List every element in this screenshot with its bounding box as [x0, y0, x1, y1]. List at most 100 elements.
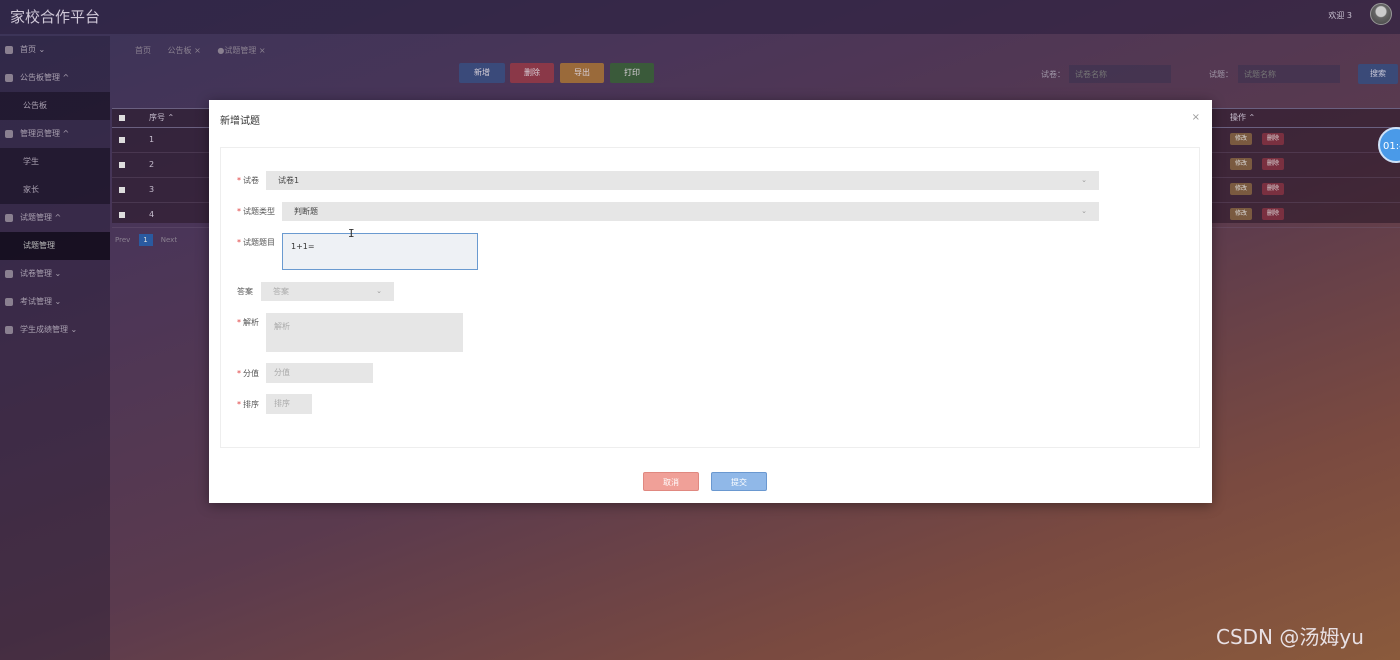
- analysis-field-label: * 解析: [237, 317, 259, 328]
- sidebar-item-label: 公告板: [23, 101, 47, 110]
- export-button[interactable]: 导出: [560, 63, 604, 83]
- column-header-number[interactable]: 序号 ⌃: [149, 109, 174, 127]
- welcome-text: 欢迎 3: [1328, 11, 1352, 20]
- question-type-select[interactable]: 判断题 ⌄: [282, 202, 1099, 221]
- paper-select[interactable]: 试卷1 ⌄: [266, 171, 1099, 190]
- text-cursor-icon: I: [348, 227, 355, 240]
- edit-button[interactable]: 修改: [1230, 208, 1253, 220]
- row-number: 1: [149, 135, 155, 144]
- edit-button[interactable]: 修改: [1230, 158, 1253, 170]
- breadcrumb: 首页 公告板 × ●试题管理 ×: [135, 45, 280, 56]
- sidebar-item-admin-manage[interactable]: 管理员管理 ^: [0, 120, 110, 148]
- delete-row-button[interactable]: 删除: [1262, 183, 1285, 195]
- required-marker: *: [237, 207, 241, 216]
- order-label-text: 排序: [243, 400, 259, 409]
- sidebar-item-home[interactable]: 首页 ⌄: [0, 36, 110, 64]
- required-marker: *: [237, 369, 241, 378]
- search-question-label: 试题：: [1209, 70, 1233, 79]
- question-type-value: 判断题: [294, 207, 318, 216]
- sidebar: 首页 ⌄ 公告板管理 ^ 公告板 管理员管理 ^ 学生 家长 试题管理 ^ 试题…: [0, 36, 110, 660]
- submit-button[interactable]: 提交: [711, 472, 767, 491]
- order-input[interactable]: 排序: [266, 394, 312, 414]
- select-all-checkbox[interactable]: [119, 115, 125, 121]
- watermark: CSDN @汤姆yu: [1216, 625, 1364, 649]
- chevron-down-icon: ⌄: [376, 287, 382, 295]
- row-number: 2: [149, 160, 155, 169]
- paper-field-label: * 试卷: [237, 175, 259, 186]
- row-checkbox[interactable]: [119, 137, 125, 143]
- sidebar-item-label: 家长: [23, 185, 39, 194]
- order-field-label: * 排序: [237, 399, 259, 410]
- analysis-label-text: 解析: [243, 318, 259, 327]
- gear-icon: [5, 326, 13, 334]
- edit-button[interactable]: 修改: [1230, 183, 1253, 195]
- answer-select-placeholder: 答案: [273, 287, 289, 296]
- delete-row-button[interactable]: 删除: [1262, 158, 1285, 170]
- pagination: Prev 1 Next: [115, 234, 177, 246]
- chevron-down-icon: ⌄: [1081, 207, 1087, 215]
- dialog-title: 新增试题: [220, 116, 260, 127]
- required-marker: *: [237, 238, 241, 247]
- sidebar-item-label: 学生成绩管理 ⌄: [20, 325, 78, 334]
- sidebar-item-label: 公告板管理 ^: [20, 73, 70, 82]
- chevron-down-icon: ⌄: [1081, 176, 1087, 184]
- sidebar-item-notice-board[interactable]: 公告板: [0, 92, 110, 120]
- clock-icon: [5, 270, 13, 278]
- avatar[interactable]: [1370, 3, 1392, 25]
- sidebar-item-question-manage-sub[interactable]: 试题管理: [0, 232, 110, 260]
- question-label-text: 试题题目: [243, 238, 275, 247]
- column-header-ops[interactable]: 操作 ⌃: [1230, 109, 1255, 127]
- question-field-label: * 试题题目: [237, 237, 275, 248]
- gear-icon: [5, 130, 13, 138]
- sidebar-item-label: 试题管理 ^: [20, 213, 62, 222]
- search-paper-label: 试卷：: [1041, 70, 1065, 79]
- close-icon[interactable]: ×: [1192, 112, 1200, 123]
- question-textarea[interactable]: 1+1=: [282, 233, 478, 270]
- score-input[interactable]: 分值: [266, 363, 373, 383]
- sidebar-item-paper-manage[interactable]: 试卷管理 ⌄: [0, 260, 110, 288]
- edit-button[interactable]: 修改: [1230, 133, 1253, 145]
- delete-button[interactable]: 删除: [510, 63, 554, 83]
- print-button[interactable]: 打印: [610, 63, 654, 83]
- grid-icon: [5, 74, 13, 82]
- sidebar-item-notice-manage[interactable]: 公告板管理 ^: [0, 64, 110, 92]
- type-label-text: 试题类型: [243, 207, 275, 216]
- dialog-form: * 试卷 试卷1 ⌄ * 试题类型 判断题 ⌄ * 试题题目 1+1= 答案 答案 ⌄…: [220, 147, 1200, 448]
- folder-icon: [5, 298, 13, 306]
- row-number: 4: [149, 210, 155, 219]
- sidebar-item-label: 首页 ⌄: [20, 45, 46, 54]
- analysis-textarea[interactable]: 解析: [266, 313, 463, 352]
- breadcrumb-item-question[interactable]: ●试题管理 ×: [217, 46, 265, 55]
- sidebar-item-label: 试卷管理 ⌄: [20, 269, 62, 278]
- sidebar-item-label: 试题管理: [23, 241, 55, 250]
- row-checkbox[interactable]: [119, 187, 125, 193]
- sidebar-item-score-manage[interactable]: 学生成绩管理 ⌄: [0, 316, 110, 344]
- sidebar-item-parent[interactable]: 家长: [0, 176, 110, 204]
- required-marker: *: [237, 400, 241, 409]
- sidebar-item-label: 学生: [23, 157, 39, 166]
- sidebar-item-question-manage[interactable]: 试题管理 ^: [0, 204, 110, 232]
- row-checkbox[interactable]: [119, 212, 125, 218]
- add-button[interactable]: 新增: [459, 63, 505, 83]
- delete-row-button[interactable]: 删除: [1262, 208, 1285, 220]
- home-icon: [5, 46, 13, 54]
- page-number-button[interactable]: 1: [138, 234, 153, 246]
- breadcrumb-item-notice[interactable]: 公告板 ×: [168, 46, 201, 55]
- add-question-dialog: 新增试题 × * 试卷 试卷1 ⌄ * 试题类型 判断题 ⌄ * 试题题目 1+1= …: [209, 100, 1212, 503]
- next-page-link[interactable]: Next: [161, 236, 177, 244]
- search-button[interactable]: 搜索: [1358, 64, 1398, 84]
- search-paper-input[interactable]: [1069, 65, 1171, 83]
- sidebar-item-student[interactable]: 学生: [0, 148, 110, 176]
- sidebar-item-label: 考试管理 ⌄: [20, 297, 62, 306]
- breadcrumb-item-home[interactable]: 首页: [135, 46, 151, 55]
- sidebar-item-exam-manage[interactable]: 考试管理 ⌄: [0, 288, 110, 316]
- row-checkbox[interactable]: [119, 162, 125, 168]
- answer-field-label: 答案: [237, 287, 253, 296]
- answer-select[interactable]: 答案 ⌄: [261, 282, 394, 301]
- search-question-input[interactable]: [1238, 65, 1340, 83]
- cancel-button[interactable]: 取消: [643, 472, 699, 491]
- required-marker: *: [237, 176, 241, 185]
- paper-label-text: 试卷: [243, 176, 259, 185]
- prev-page-link[interactable]: Prev: [115, 236, 130, 244]
- delete-row-button[interactable]: 删除: [1262, 133, 1285, 145]
